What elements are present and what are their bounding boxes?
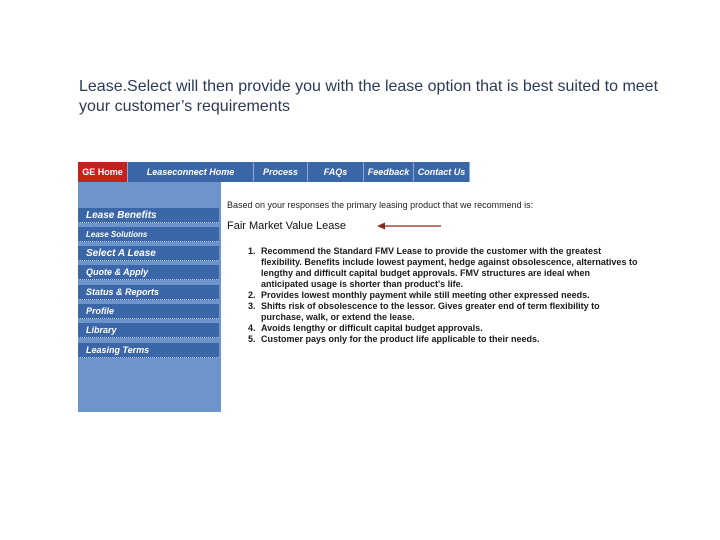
nav-ge-home[interactable]: GE Home: [78, 162, 128, 182]
nav-spacer: [470, 162, 642, 182]
top-navigation: GE Home Leaseconnect Home Process FAQs F…: [78, 162, 642, 182]
sidebar-item-quote-apply[interactable]: Quote & Apply: [78, 265, 219, 280]
sidebar-item-leasing-terms[interactable]: Leasing Terms: [78, 343, 219, 358]
sidebar-item-select-a-lease[interactable]: Select A Lease: [78, 246, 219, 261]
recommended-product-title: Fair Market Value Lease: [227, 220, 347, 232]
nav-faqs[interactable]: FAQs: [308, 162, 364, 182]
recommendation-intro: Based on your responses the primary leas…: [227, 200, 534, 210]
sidebar-item-library[interactable]: Library: [78, 323, 219, 338]
recommendation-panel: Based on your responses the primary leas…: [227, 200, 639, 345]
nav-feedback[interactable]: Feedback: [364, 162, 414, 182]
pointer-arrow-icon: [377, 222, 441, 230]
nav-process[interactable]: Process: [254, 162, 308, 182]
sidebar-item-lease-benefits[interactable]: Lease Benefits: [78, 208, 219, 223]
nav-leaseconnect-home[interactable]: Leaseconnect Home: [128, 162, 254, 182]
sidebar-item-profile[interactable]: Profile: [78, 304, 219, 319]
reason-item: Shifts risk of obsolescence to the lesso…: [258, 301, 639, 323]
sidebar-item-status-reports[interactable]: Status & Reports: [78, 285, 219, 300]
reason-item: Provides lowest monthly payment while st…: [258, 290, 639, 301]
sidebar-item-lease-solutions[interactable]: Lease Solutions: [78, 227, 219, 242]
reason-item: Customer pays only for the product life …: [258, 334, 639, 345]
recommendation-reasons-list: Recommend the Standard FMV Lease to prov…: [227, 246, 639, 345]
nav-contact-us[interactable]: Contact Us: [414, 162, 470, 182]
leaseconnect-window: GE Home Leaseconnect Home Process FAQs F…: [78, 162, 642, 412]
reason-item: Recommend the Standard FMV Lease to prov…: [258, 246, 639, 290]
slide-caption: Lease.Select will then provide you with …: [79, 78, 659, 115]
reason-item: Avoids lengthy or difficult capital budg…: [258, 323, 639, 334]
sidebar: Lease Benefits Lease Solutions Select A …: [78, 182, 221, 412]
